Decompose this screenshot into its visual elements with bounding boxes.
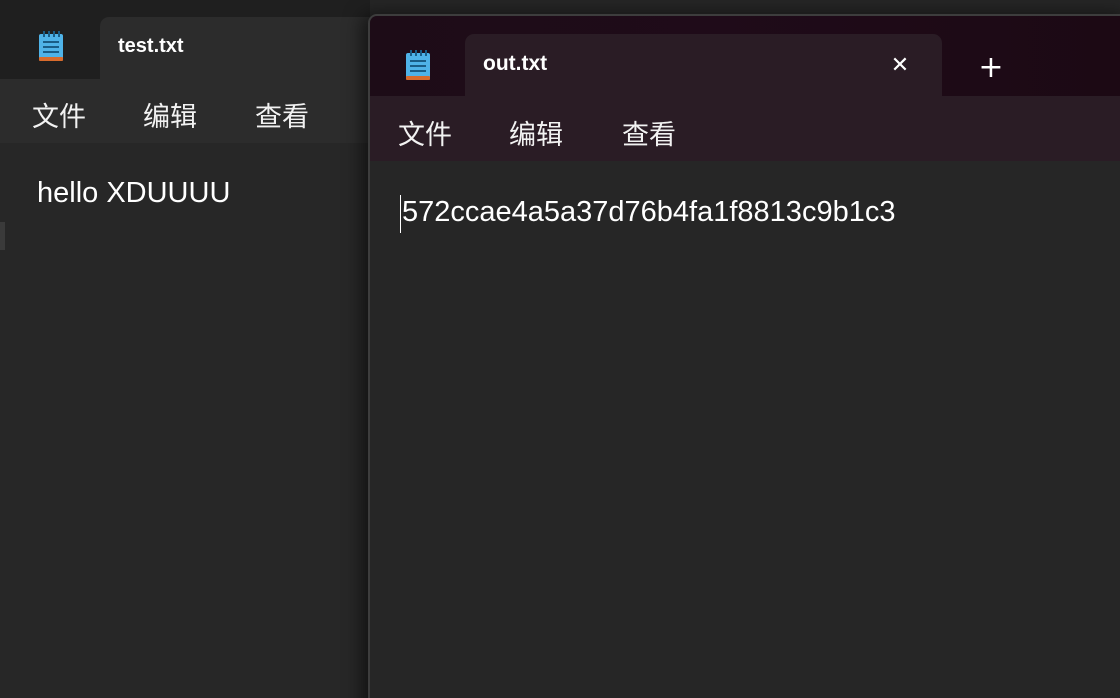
text-caret — [400, 195, 401, 233]
notepad-icon — [406, 50, 430, 80]
menu-view[interactable]: 查看 — [622, 113, 676, 152]
menu-file[interactable]: 文件 — [32, 95, 86, 134]
tab-title: out.txt — [483, 52, 548, 75]
text-editor[interactable]: hello XDUUUU — [0, 143, 370, 698]
menu-file[interactable]: 文件 — [398, 113, 452, 152]
editor-content: 572ccae4a5a37d76b4fa1f8813c9b1c3 — [402, 196, 896, 228]
tab-bar: out.txt ✕ + — [370, 16, 1120, 96]
menu-edit[interactable]: 编辑 — [509, 113, 563, 152]
tab-test-txt[interactable]: test.txt — [100, 17, 370, 79]
tab-title: test.txt — [118, 35, 184, 57]
menu-view[interactable]: 查看 — [255, 95, 309, 134]
new-tab-icon[interactable]: + — [972, 48, 1010, 86]
notepad-window-out[interactable]: out.txt ✕ + 文件 编辑 查看 572ccae4a5a37d76b4f… — [368, 14, 1120, 698]
menu-edit[interactable]: 编辑 — [143, 95, 197, 134]
notepad-window-test[interactable]: test.txt 文件 编辑 查看 hello XDUUUU — [0, 0, 370, 698]
close-tab-icon[interactable]: ✕ — [883, 48, 917, 82]
tab-bar: test.txt — [0, 0, 370, 79]
editor-content: hello XDUUUU — [37, 177, 231, 209]
desktop: test.txt 文件 编辑 查看 hello XDUUUU out.txt ✕… — [0, 0, 1120, 698]
tab-out-txt[interactable]: out.txt ✕ — [465, 34, 942, 96]
text-editor[interactable]: 572ccae4a5a37d76b4fa1f8813c9b1c3 — [370, 161, 1120, 698]
notepad-icon — [39, 31, 63, 61]
menu-bar: 文件 编辑 查看 — [370, 96, 1120, 161]
menu-bar: 文件 编辑 查看 — [0, 79, 370, 143]
window-edge — [0, 222, 5, 250]
